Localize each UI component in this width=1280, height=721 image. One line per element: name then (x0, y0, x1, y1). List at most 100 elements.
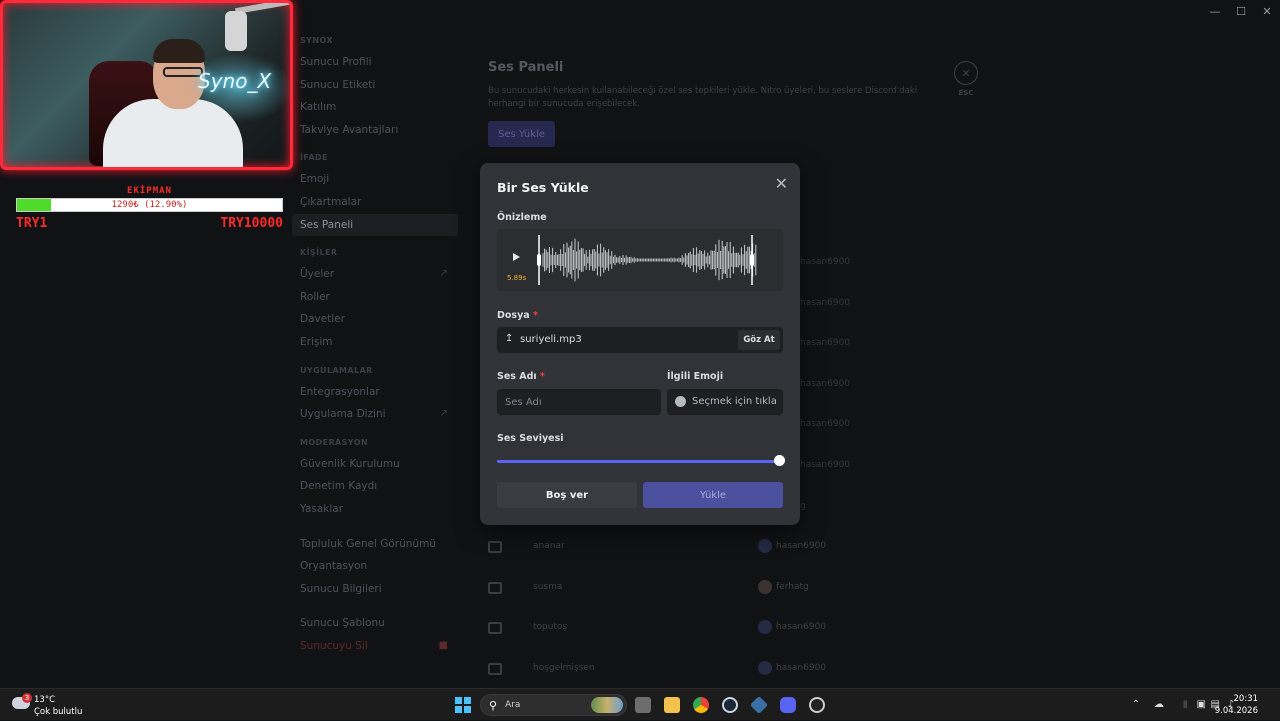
close-circle-icon[interactable]: ✕ (954, 61, 978, 85)
sidebar-item[interactable]: Çıkartmalar (292, 191, 458, 214)
image-icon (488, 541, 502, 553)
clock-date: 9.04.2026 (1214, 706, 1258, 716)
sidebar-item[interactable]: Sunucu Etiketi (292, 74, 458, 97)
close-icon[interactable]: ✕ (775, 174, 788, 193)
sound-name: hoşgelmişsen (533, 662, 595, 673)
sidebar-item-label: Yasaklar (300, 502, 344, 515)
avatar (758, 660, 772, 675)
sound-name-input[interactable] (497, 389, 661, 415)
onedrive-icon[interactable]: ☁ (1154, 699, 1164, 710)
usb-icon[interactable]: ▮ (1182, 699, 1188, 710)
upload-icon: ↥ (505, 333, 514, 344)
sidebar-item[interactable]: Oryantasyon (292, 555, 458, 578)
sidebar-item-label: Denetim Kaydı (300, 480, 378, 493)
sidebar-item[interactable]: Sunucu Bilgileri (292, 578, 458, 601)
browse-button[interactable]: Göz At (738, 330, 780, 350)
sidebar-item[interactable]: Yasaklar (292, 498, 458, 521)
sidebar-item-label: Katılım (300, 101, 337, 114)
avatar (758, 620, 772, 635)
upload-sound-button[interactable]: Ses Yükle (488, 121, 555, 147)
sidebar-item-label: Sunucu Etiketi (300, 78, 376, 91)
chevron-up-icon[interactable]: ⌃ (1132, 699, 1140, 710)
streamer-hair (153, 39, 205, 63)
volume-slider[interactable] (497, 455, 785, 467)
waveform[interactable] (537, 235, 773, 285)
list-item[interactable]: toputoş hasan6900 (488, 620, 948, 662)
volume-thumb[interactable] (774, 455, 785, 466)
sidebar-item-label: Erişim (300, 335, 333, 348)
sound-uploader: hasan6900 (776, 622, 827, 633)
goal-title: EKİPMAN (127, 186, 172, 196)
preview-label: Önizleme (497, 212, 547, 223)
sidebar-category: İFADE (300, 153, 328, 163)
list-item[interactable]: ananar hasan6900 (488, 539, 948, 581)
sidebar-item[interactable]: Sunucu Profili (292, 51, 458, 74)
file-label-text: Dosya (497, 310, 530, 321)
list-user: hasan6900 (800, 460, 851, 470)
sidebar-item[interactable]: Üyeler ↗ (292, 263, 458, 286)
sidebar-item-label: Entegrasyonlar (300, 385, 380, 398)
discord-icon[interactable] (780, 697, 796, 713)
maximize-icon[interactable]: ☐ (1228, 0, 1254, 22)
weather-temp: 13°C (34, 695, 56, 705)
sidebar-item[interactable]: Uygulama Dizini ↗ (292, 403, 458, 426)
minimize-icon[interactable]: — (1202, 0, 1228, 22)
list-user: hasan6900 (800, 378, 851, 389)
emoji-picker[interactable]: Seçmek için tıkla (667, 389, 783, 415)
display-icon[interactable]: ▣ (1197, 699, 1206, 710)
close-window-icon[interactable]: ✕ (1254, 0, 1280, 22)
goal-amount: 1290₺ (12.90%) (111, 200, 188, 210)
taskbar-search[interactable]: ⚲ Ara (480, 694, 627, 716)
file-explorer-icon[interactable] (664, 697, 680, 713)
settings-sidebar: SYNOX Sunucu Profili Sunucu Etiketi Katılım… (292, 36, 458, 669)
sidebar-item[interactable]: Sunucu Şablonu (292, 612, 458, 635)
sidebar-item[interactable]: Katılım (292, 96, 458, 119)
list-item[interactable]: susma ferhatg (488, 579, 948, 622)
sound-name: ananar (533, 541, 565, 551)
sidebar-item[interactable]: Sunucuyu Sil ■ (292, 635, 458, 658)
sidebar-item[interactable]: Takviye Avantajları (292, 119, 458, 142)
emoji-placeholder: Seçmek için tıkla (692, 396, 777, 407)
trim-handle-knob (750, 254, 754, 266)
list-user: g (800, 500, 806, 511)
sidebar-item[interactable]: Topluluk Genel Görünümü (292, 533, 458, 556)
name-label-text: Ses Adı (497, 371, 537, 382)
task-view-icon[interactable] (635, 697, 651, 713)
emoji-label: İlgili Emoji (667, 371, 724, 382)
chrome-icon[interactable] (693, 697, 709, 713)
esc-close[interactable]: ✕ ESC (954, 61, 978, 97)
taskbar: 3 13°C Çok bulutlu ⚲ Ara ⌃ ☁ ▮ ▣ ▤ ♪ 20:… (0, 688, 1280, 720)
sidebar-item[interactable]: Entegrasyonlar (292, 381, 458, 404)
upload-button[interactable]: Yükle (643, 482, 783, 508)
sound-name: toputoş (533, 622, 568, 633)
steam-icon[interactable] (722, 697, 738, 713)
external-link-icon: ↗ (439, 268, 448, 280)
windows-start-icon[interactable] (455, 697, 471, 713)
file-field[interactable]: ↥ suriyeli.mp3 Göz At (497, 327, 783, 353)
sidebar-item[interactable]: Ses Paneli (292, 213, 458, 237)
clock-time: 20:31 (1233, 694, 1259, 704)
sidebar-item-label: Güvenlik Kurulumu (300, 457, 400, 470)
app-icon[interactable] (749, 695, 769, 715)
sidebar-item[interactable]: Güvenlik Kurulumu (292, 453, 458, 476)
sidebar-item[interactable]: Denetim Kaydı (292, 475, 458, 498)
cancel-button[interactable]: Boş ver (497, 482, 637, 508)
sidebar-item[interactable]: Roller (292, 286, 458, 309)
obs-icon[interactable] (809, 697, 825, 713)
sidebar-item[interactable]: Erişim (292, 331, 458, 354)
sidebar-item-label: Sunucu Profili (300, 56, 372, 68)
required-mark: * (532, 310, 538, 321)
trash-icon: ■ (438, 639, 448, 651)
sidebar-item[interactable]: Davetler (292, 308, 458, 331)
play-icon[interactable] (513, 253, 520, 261)
external-link-icon: ↗ (439, 408, 448, 420)
sound-uploader: hasan6900 (776, 541, 827, 551)
sidebar-category: MODERASYON (300, 437, 368, 447)
sidebar-item[interactable]: Emoji (292, 168, 458, 191)
clock[interactable]: 20:31 9.04.2026 (1215, 693, 1258, 717)
sidebar-item-label: Ses Paneli (300, 218, 354, 231)
neon-sign: Syno_X (198, 69, 272, 93)
esc-label: ESC (958, 89, 974, 97)
